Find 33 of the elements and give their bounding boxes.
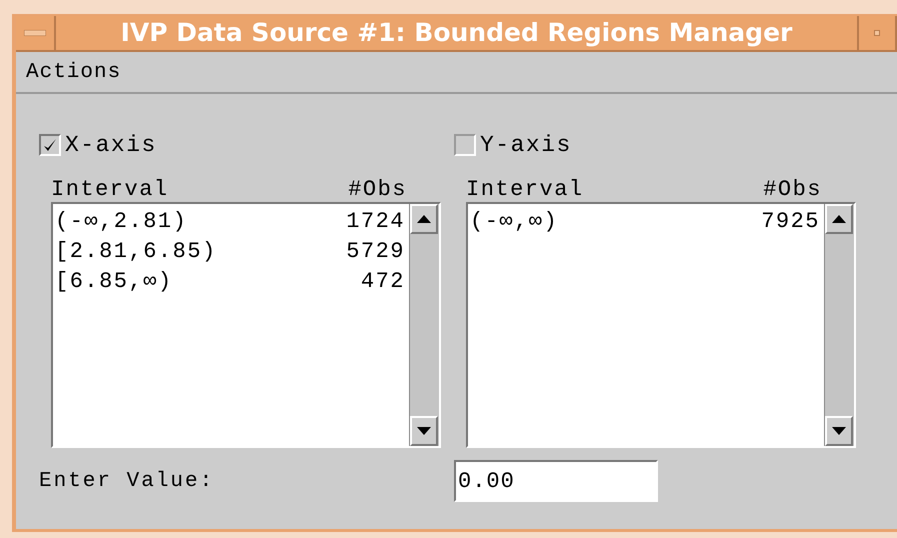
interval-cell: (-∞,2.81) xyxy=(55,208,188,234)
up-arrow-icon xyxy=(417,215,431,223)
square-icon xyxy=(874,30,880,36)
menu-item[interactable]: Actions xyxy=(26,60,122,84)
check-icon xyxy=(43,138,57,152)
count-cell: 7925 xyxy=(761,208,820,234)
scrollbar[interactable] xyxy=(409,204,439,446)
checkbox-label: X-axis xyxy=(65,132,157,158)
count-cell: 5729 xyxy=(346,238,405,264)
up-arrow-icon xyxy=(832,215,846,223)
scroll-up-button[interactable] xyxy=(410,204,438,234)
column-header: Interval xyxy=(466,177,584,202)
scroll-up-button[interactable] xyxy=(825,204,853,234)
column-header: Interval xyxy=(51,177,169,202)
checkbox-label: Y-axis xyxy=(480,132,572,158)
checkbox[interactable] xyxy=(454,134,476,156)
field-label: Enter Value: xyxy=(39,470,216,492)
down-arrow-icon xyxy=(832,427,846,435)
count-cell: 1724 xyxy=(346,208,405,234)
value-field[interactable]: 0.00 xyxy=(454,460,658,502)
minus-icon xyxy=(24,30,46,36)
interval-cell: [2.81,6.85) xyxy=(55,238,217,264)
down-arrow-icon xyxy=(417,427,431,435)
scroll-down-button[interactable] xyxy=(410,416,438,446)
scrollbar[interactable] xyxy=(824,204,854,446)
checkbox[interactable] xyxy=(39,134,61,156)
column-header: #Obs xyxy=(348,177,407,202)
interval-cell: (-∞,∞) xyxy=(470,208,558,234)
scroll-down-button[interactable] xyxy=(825,416,853,446)
column-header: #Obs xyxy=(763,177,822,202)
interval-cell: [6.85,∞) xyxy=(55,268,173,294)
window-title: IVP Data Source #1: Bounded Regions Manager xyxy=(120,17,794,49)
count-cell: 472 xyxy=(360,268,405,294)
